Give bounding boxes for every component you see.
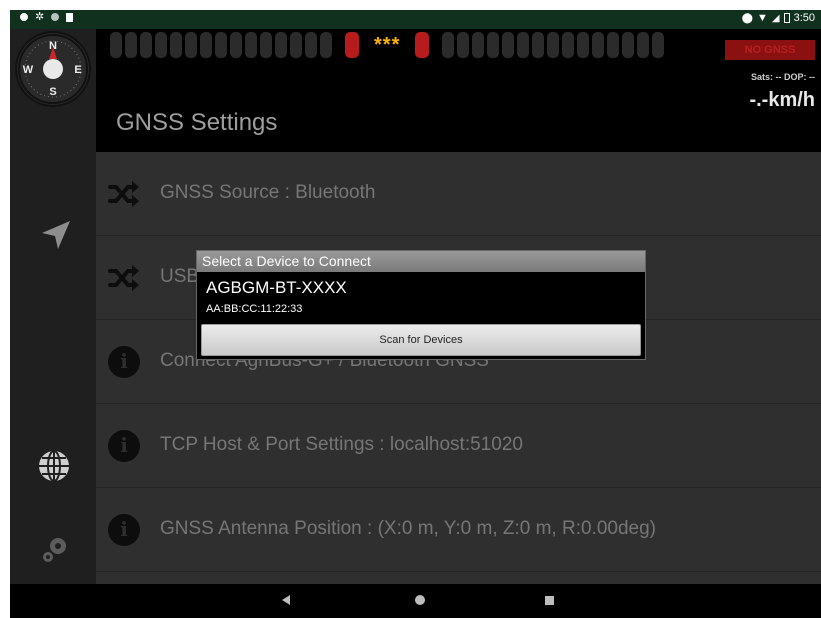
compass-button[interactable]: N S W E: [15, 31, 91, 107]
lightbar-led: [200, 32, 212, 58]
lightbar-led: [562, 32, 575, 58]
signal-icon: ◢: [771, 12, 780, 24]
lightbar-led: [577, 32, 590, 58]
info-icon: i: [108, 514, 140, 546]
device-address[interactable]: AA:BB:CC:11:22:33: [206, 303, 302, 315]
dialog-title: Select a Device to Connect: [197, 251, 645, 272]
compass-icon: N S W E: [18, 34, 88, 104]
lightbar-led: [155, 32, 167, 58]
info-icon: i: [108, 430, 140, 462]
android-nav-bar: [10, 584, 821, 618]
navigation-button[interactable]: [40, 219, 72, 256]
header: *** NO GNSS Sats: -- DOP: -- -.-km/h GNS…: [96, 29, 821, 152]
lightbar-led: [487, 32, 500, 58]
lightbar-led: [457, 32, 470, 58]
lightbar-led: [260, 32, 272, 58]
lightbar-led: [230, 32, 242, 58]
page-title: GNSS Settings: [116, 109, 278, 136]
shuffle-icon: [108, 181, 139, 207]
lightbar-led: [502, 32, 515, 58]
lightbar-led: [305, 32, 317, 58]
lightbar-led: [275, 32, 287, 58]
setting-label: GNSS Antenna Position : (X:0 m, Y:0 m, Z…: [160, 518, 656, 539]
info-icon: i: [108, 346, 140, 378]
gnss-status-badge: NO GNSS: [725, 40, 815, 60]
lightbar-led: [442, 32, 455, 58]
settings-button[interactable]: [40, 534, 70, 569]
sats-dop-readout: Sats: -- DOP: --: [751, 72, 815, 82]
setting-antenna-position[interactable]: i GNSS Antenna Position : (X:0 m, Y:0 m,…: [96, 488, 821, 572]
lightbar-led: [110, 32, 122, 58]
globe-icon: [39, 450, 69, 482]
lightbar: ***: [110, 32, 665, 58]
back-icon[interactable]: [282, 595, 290, 605]
battery-icon: [783, 13, 790, 23]
setting-tcp-host-port[interactable]: i TCP Host & Port Settings : localhost:5…: [96, 404, 821, 488]
lightbar-led-red: [415, 32, 430, 58]
lightbar-led: [290, 32, 302, 58]
lightbar-stars: ***: [374, 33, 401, 56]
setting-label: GNSS Source : Bluetooth: [160, 182, 376, 203]
lightbar-led: [185, 32, 197, 58]
speed-readout: -.-km/h: [749, 89, 815, 111]
wifi-icon: ▼: [756, 12, 768, 24]
device-select-dialog: Select a Device to Connect AGBGM-BT-XXXX…: [196, 250, 646, 360]
setting-label: TCP Host & Port Settings : localhost:510…: [160, 434, 523, 455]
lightbar-led: [592, 32, 605, 58]
location-icon: ⬤: [741, 12, 753, 24]
setting-label: USB: [160, 266, 200, 287]
lightbar-led: [472, 32, 485, 58]
scan-devices-button[interactable]: Scan for Devices: [201, 324, 641, 356]
lightbar-led-red: [345, 32, 359, 58]
gears-icon: [43, 538, 66, 562]
status-bar: ✲ ⬤ ▼ ◢ 3:50: [10, 10, 821, 29]
recents-icon[interactable]: [545, 596, 554, 605]
home-icon[interactable]: [415, 595, 425, 605]
lightbar-led: [125, 32, 137, 58]
lightbar-led: [607, 32, 620, 58]
globe-button[interactable]: [37, 449, 71, 488]
compass-w: W: [23, 64, 34, 76]
lightbar-led: [637, 32, 650, 58]
lightbar-led: [245, 32, 257, 58]
navigation-arrow-icon: [42, 221, 70, 249]
lightbar-led: [547, 32, 560, 58]
sd-card-icon: [66, 12, 74, 22]
sidebar: N S W E: [10, 29, 96, 584]
lightbar-led: [215, 32, 227, 58]
lightbar-led: [517, 32, 530, 58]
lightbar-led: [652, 32, 665, 58]
lightbar-led: [320, 32, 332, 58]
lightbar-led: [170, 32, 182, 58]
compass-n: N: [49, 40, 57, 52]
device-name[interactable]: AGBGM-BT-XXXX: [206, 278, 347, 298]
circle-icon: [51, 13, 60, 21]
shield-icon: [20, 13, 28, 21]
setting-gnss-source[interactable]: GNSS Source : Bluetooth: [96, 152, 821, 236]
compass-s: S: [49, 86, 56, 98]
lightbar-led: [532, 32, 545, 58]
gear-icon: ✲: [35, 11, 45, 23]
device-screen: ✲ ⬤ ▼ ◢ 3:50 N S W E *** NO GNSS Sats: -…: [10, 10, 821, 618]
settings-list: GNSS Source : Bluetooth USB i Connect Ag…: [96, 152, 821, 584]
compass-e: E: [74, 64, 81, 76]
status-time: 3:50: [793, 12, 815, 24]
shuffle-icon: [108, 265, 139, 291]
lightbar-led: [622, 32, 635, 58]
lightbar-led: [140, 32, 152, 58]
